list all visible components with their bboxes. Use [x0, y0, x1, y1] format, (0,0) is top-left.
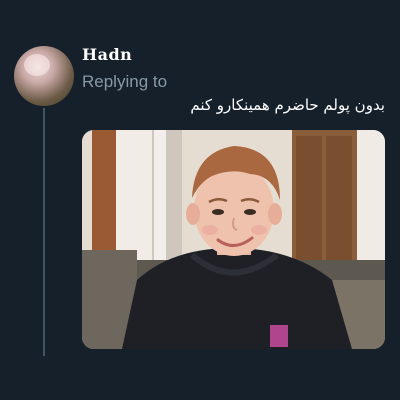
replying-to-label: Replying to — [82, 72, 168, 91]
photo-illustration — [82, 130, 385, 349]
tweet-media-image[interactable] — [82, 130, 385, 349]
tweet-card[interactable]: Hadn Replying to بدون پولم حاضرم همینکار… — [0, 0, 400, 400]
thread-line — [43, 108, 45, 356]
tweet-text: بدون پولم حاضرم همینکارو کنم — [190, 96, 385, 114]
author-name[interactable]: Hadn — [82, 45, 132, 64]
avatar[interactable] — [14, 46, 74, 106]
